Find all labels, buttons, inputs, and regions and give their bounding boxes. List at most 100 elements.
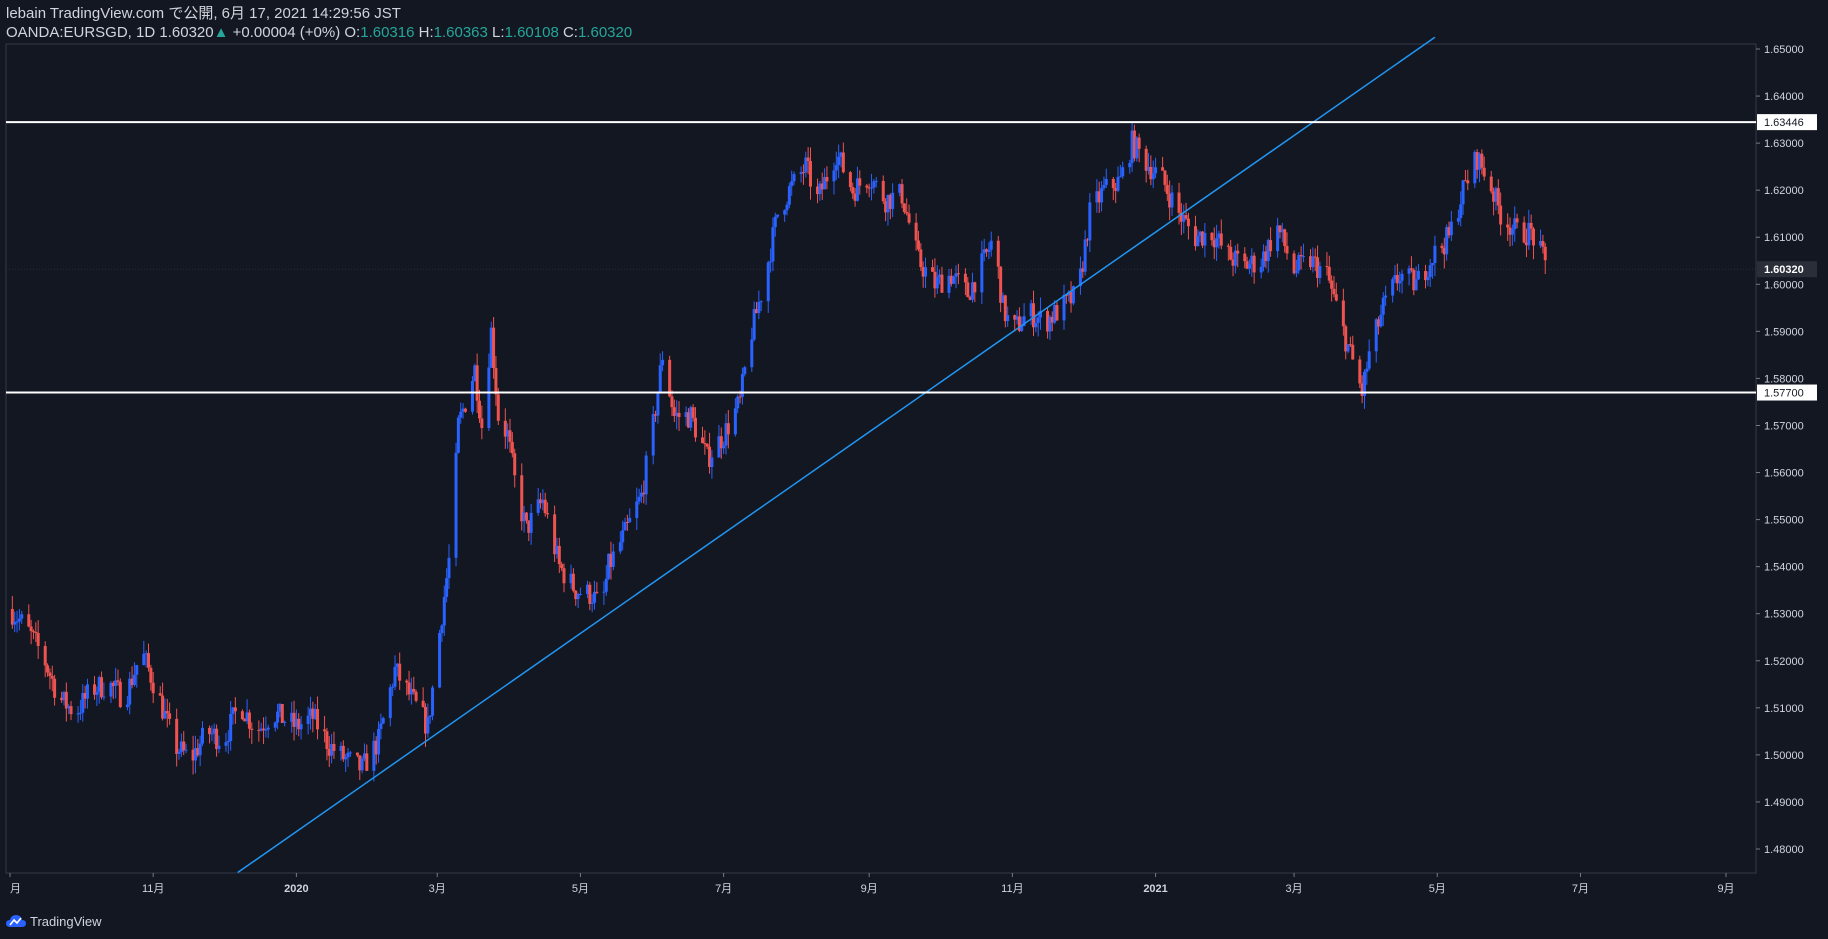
- candle-body: [1541, 240, 1545, 247]
- candle-body: [1203, 232, 1207, 246]
- candle-body: [1034, 322, 1038, 328]
- candle-body: [184, 749, 188, 751]
- candle-body: [447, 557, 451, 579]
- candle-body: [391, 686, 395, 688]
- candle-body: [510, 441, 514, 454]
- candle-body: [1219, 233, 1223, 246]
- candle-body: [621, 530, 625, 543]
- candle-body: [1327, 266, 1331, 281]
- candle-body: [264, 729, 268, 731]
- candle-body: [750, 339, 754, 368]
- candle-body: [332, 743, 336, 751]
- candle-body: [658, 365, 662, 392]
- candle-body: [1346, 344, 1350, 352]
- candle-body: [229, 713, 233, 742]
- candle-body: [175, 718, 179, 755]
- candle-body: [874, 180, 878, 182]
- candle-body: [1461, 180, 1465, 205]
- candle-body: [1062, 295, 1066, 321]
- candle-body: [705, 443, 709, 447]
- candle-body: [1449, 221, 1453, 236]
- candle-body: [463, 408, 467, 412]
- candle-body: [752, 309, 756, 340]
- candle-body: [116, 680, 120, 682]
- level-price-label: 1.63446: [1764, 117, 1804, 129]
- x-tick-label: 2020: [284, 883, 308, 895]
- candle-body: [1482, 167, 1486, 177]
- candle-body: [496, 394, 500, 421]
- y-tick-label: 1.48000: [1764, 844, 1804, 856]
- candle-body: [1480, 153, 1484, 168]
- x-tick-label: 5月: [572, 883, 589, 895]
- candle-body: [726, 423, 730, 435]
- candle-body: [693, 417, 697, 438]
- candle-body: [381, 718, 385, 724]
- candle-body: [1379, 314, 1383, 327]
- candle-body: [832, 170, 836, 182]
- candle-body: [513, 453, 517, 476]
- candle-body: [623, 522, 627, 531]
- candle-body: [398, 663, 402, 681]
- y-tick-label: 1.62000: [1764, 185, 1804, 197]
- candle-body: [151, 682, 155, 694]
- candle-body: [508, 430, 512, 442]
- candle-body: [980, 253, 984, 293]
- candle-body: [919, 249, 923, 268]
- y-tick-label: 1.60000: [1764, 279, 1804, 291]
- candle-body: [1456, 218, 1460, 222]
- candle-body: [442, 596, 446, 626]
- candle-body: [454, 452, 458, 558]
- candle-body: [217, 745, 221, 749]
- tradingview-brand[interactable]: TradingView: [30, 914, 102, 929]
- candle-body: [1292, 253, 1296, 274]
- candle-body: [1341, 300, 1345, 327]
- candle-body: [149, 667, 153, 683]
- y-tick-label: 1.64000: [1764, 91, 1804, 103]
- candle-body: [360, 758, 364, 771]
- x-tick-label: 月: [10, 883, 21, 895]
- candle-body: [571, 573, 575, 591]
- candle-body: [562, 568, 566, 584]
- candle-body: [355, 752, 359, 756]
- candle-body: [85, 684, 89, 699]
- candle-body: [989, 240, 993, 250]
- candle-body: [266, 727, 270, 730]
- candle-body: [344, 757, 348, 760]
- candle-body: [881, 180, 885, 202]
- candle-body: [1104, 178, 1108, 185]
- candle-body: [428, 715, 432, 718]
- candle-body: [1428, 265, 1432, 278]
- candle-body: [17, 618, 21, 622]
- x-tick-label: 3月: [1286, 883, 1303, 895]
- y-tick-label: 1.56000: [1764, 468, 1804, 480]
- candle-body: [27, 614, 31, 627]
- candle-body: [1466, 180, 1470, 184]
- candle-body: [870, 187, 874, 189]
- y-tick-label: 1.59000: [1764, 326, 1804, 338]
- candle-body: [1367, 351, 1371, 369]
- candle-body: [306, 715, 310, 725]
- price-chart[interactable]: 1.63446 1.57700 1.48000 1.49000 1.50000 1.510…: [0, 0, 1828, 905]
- candle-body: [1236, 250, 1240, 254]
- level-price-label: 1.57700: [1764, 388, 1804, 400]
- candle-body: [132, 674, 136, 686]
- candle-body: [1083, 239, 1087, 272]
- candle-body: [1459, 204, 1463, 219]
- candle-body: [651, 414, 655, 456]
- x-tick-label: 3月: [429, 883, 446, 895]
- y-tick-label: 1.65000: [1764, 44, 1804, 56]
- candle-body: [701, 437, 705, 444]
- candle-body: [438, 633, 442, 688]
- candle-body: [142, 653, 146, 666]
- candle-body: [208, 727, 212, 735]
- candle-body: [604, 578, 608, 592]
- candle-body: [872, 181, 876, 188]
- candle-body: [766, 262, 770, 302]
- candle-body: [15, 621, 19, 623]
- y-tick-label: 1.55000: [1764, 515, 1804, 527]
- x-tick-label: 2021: [1143, 883, 1167, 895]
- candle-body: [440, 625, 444, 634]
- candle-body: [1161, 167, 1165, 171]
- candle-body: [825, 176, 829, 182]
- candle-body: [1414, 279, 1418, 291]
